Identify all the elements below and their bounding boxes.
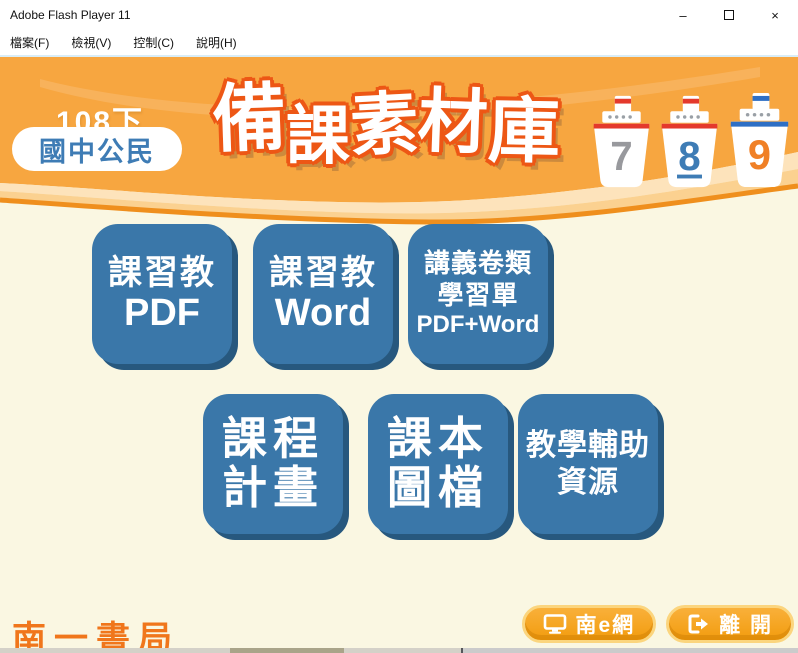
footer-buttons: 南e網 離 開 bbox=[522, 605, 794, 643]
tile-label: 課程 bbox=[222, 415, 324, 464]
grade-9-number: 9 bbox=[748, 131, 771, 178]
exit-icon bbox=[687, 614, 711, 634]
button-textbook-word[interactable]: 課習教 Word bbox=[253, 224, 393, 364]
title-char: 課 bbox=[286, 85, 350, 177]
grade-8-selected-underline bbox=[677, 175, 702, 179]
nani-web-label: 南e網 bbox=[575, 609, 635, 639]
window-controls: – × bbox=[660, 0, 798, 30]
button-handouts-worksheets[interactable]: 講義卷類 學習單 PDF+Word bbox=[408, 224, 548, 364]
menu-file[interactable]: 檔案(F) bbox=[10, 34, 49, 51]
grade-8-boat-selected[interactable]: 8 bbox=[658, 93, 721, 189]
publisher-logo: 南一書局 bbox=[12, 611, 180, 648]
title-char: 庫 bbox=[487, 71, 561, 177]
minimize-button[interactable]: – bbox=[660, 0, 706, 30]
tile-label: 課習教 bbox=[108, 254, 216, 293]
title-char: 備 bbox=[210, 58, 288, 168]
maximize-icon bbox=[724, 10, 734, 20]
flash-stage: 108下 國中公民 備課素材庫 7 bbox=[0, 57, 798, 648]
tile-label: 學習單 bbox=[437, 280, 518, 311]
tile-label: 資源 bbox=[557, 464, 619, 502]
menubar: 檔案(F) 檢視(V) 控制(C) 說明(H) bbox=[0, 30, 798, 55]
nani-web-button[interactable]: 南e網 bbox=[522, 605, 656, 643]
menu-view[interactable]: 檢視(V) bbox=[71, 34, 111, 51]
button-textbook-pdf[interactable]: 課習教 PDF bbox=[92, 224, 232, 364]
grade-7-number: 7 bbox=[610, 133, 632, 179]
grade-9-boat[interactable]: 9 bbox=[726, 90, 793, 189]
page-title: 備課素材庫 bbox=[212, 59, 612, 166]
title-char: 材 bbox=[416, 65, 489, 168]
tile-label: 圖檔 bbox=[387, 464, 489, 513]
close-button[interactable]: × bbox=[752, 0, 798, 30]
subject-badge: 國中公民 bbox=[12, 127, 182, 171]
titlebar: Adobe Flash Player 11 – × bbox=[0, 0, 798, 30]
maximize-button[interactable] bbox=[706, 0, 752, 30]
window-bottom-edge bbox=[0, 648, 798, 653]
window-title: Adobe Flash Player 11 bbox=[0, 8, 660, 22]
button-textbook-images[interactable]: 課本 圖檔 bbox=[368, 394, 508, 534]
tile-label: 課本 bbox=[387, 415, 489, 464]
tile-label: Word bbox=[275, 293, 371, 335]
tile-label: 教學輔助 bbox=[526, 427, 650, 465]
flash-player-window: Adobe Flash Player 11 – × 檔案(F) 檢視(V) 控制… bbox=[0, 0, 798, 653]
tile-label: 計畫 bbox=[222, 464, 324, 513]
button-teaching-aids[interactable]: 教學輔助 資源 bbox=[518, 394, 658, 534]
tile-label: PDF bbox=[124, 293, 200, 335]
tile-label: 課習教 bbox=[269, 254, 377, 293]
grade-8-number: 8 bbox=[678, 133, 700, 179]
tile-label: PDF+Word bbox=[417, 311, 540, 340]
menu-control[interactable]: 控制(C) bbox=[133, 34, 174, 51]
grade-selector: 7 8 9 bbox=[590, 90, 793, 189]
button-curriculum-plan[interactable]: 課程 計畫 bbox=[203, 394, 343, 534]
grade-7-boat[interactable]: 7 bbox=[590, 93, 653, 189]
monitor-icon bbox=[543, 614, 567, 634]
title-char: 素 bbox=[347, 67, 420, 169]
menu-help[interactable]: 說明(H) bbox=[196, 34, 237, 51]
exit-button[interactable]: 離 開 bbox=[666, 605, 794, 643]
tile-label: 講義卷類 bbox=[424, 248, 532, 279]
exit-label: 離 開 bbox=[719, 609, 773, 639]
